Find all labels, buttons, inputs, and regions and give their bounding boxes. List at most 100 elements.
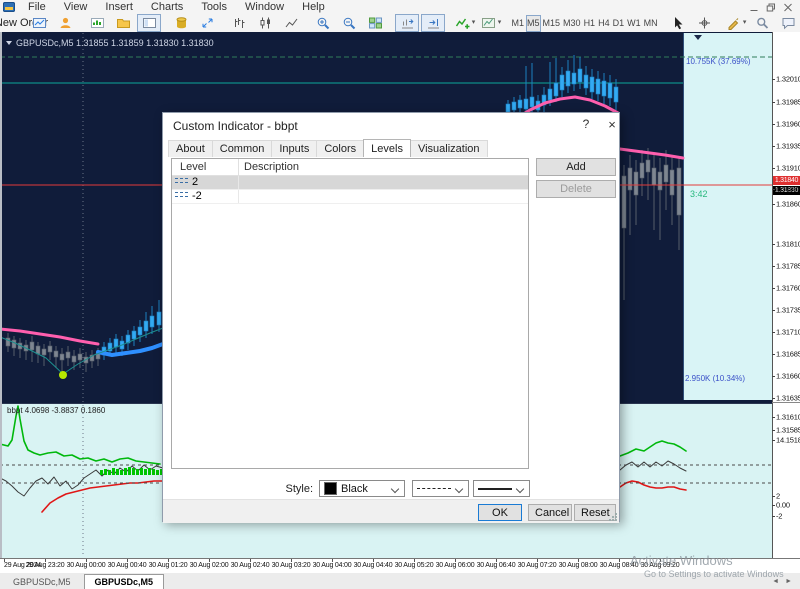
menu-tools[interactable]: Tools (192, 0, 236, 14)
time-axis[interactable]: 29 Aug 2024 29 Aug 23:20 30 Aug 00:00 30 Au… (0, 558, 800, 573)
dialog-footer: OK Cancel Reset (163, 499, 619, 523)
level-row[interactable]: -2 (172, 190, 528, 204)
menu-window[interactable]: Window (236, 0, 293, 14)
tab-common[interactable]: Common (211, 140, 273, 157)
cursor-button[interactable] (666, 14, 690, 32)
zoom-in-button[interactable] (311, 14, 335, 32)
price-axis-label: 1.31785 (776, 261, 800, 271)
metatrader-window: File View Insert Charts Tools Window Help New … (0, 0, 800, 589)
chart-shift-button[interactable] (421, 14, 445, 32)
chevron-down-icon (454, 484, 464, 494)
tab-about[interactable]: About (168, 140, 213, 157)
zoom-out-button[interactable] (337, 14, 361, 32)
chat-icon (781, 16, 796, 30)
toolbar-right-group (749, 14, 800, 32)
new-chart-button[interactable] (85, 14, 109, 32)
time-axis-label: 30 Aug 00:00 (66, 562, 106, 569)
bar-chart-mode-button[interactable] (227, 14, 251, 32)
price-tick (772, 354, 775, 355)
timeframe-h1-button[interactable]: H1 (583, 15, 597, 32)
chart-tab-0[interactable]: GBPUSDc,M5 (2, 574, 82, 589)
price-axis-label: 1.31585 (776, 425, 800, 435)
timeframe-m30-button[interactable]: M30 (562, 15, 582, 32)
dialog-tabs: About Common Inputs Colors Levels Visualizati… (168, 139, 488, 157)
tab-scroll-left-icon[interactable]: ◄ (772, 578, 779, 585)
menu-view[interactable]: View (55, 0, 97, 14)
add-button[interactable]: Add (536, 158, 616, 176)
level-line-style-select[interactable] (412, 480, 469, 497)
tab-colors[interactable]: Colors (316, 140, 365, 157)
crosshair-icon (697, 16, 712, 30)
level-line-width-select[interactable] (473, 480, 530, 497)
level-line-icon (175, 190, 189, 203)
tab-scroll-right-icon[interactable]: ► (785, 578, 792, 585)
cancel-button[interactable]: Cancel (528, 504, 572, 521)
timeframe-h4-button[interactable]: H4 (597, 15, 611, 32)
chart-window-button[interactable] (27, 14, 51, 32)
timeframe-m15-button[interactable]: M15 (542, 15, 562, 32)
draw-tools-button[interactable]: ▾ (724, 14, 748, 32)
templates-button[interactable]: ▾ (479, 14, 503, 32)
tile-windows-button[interactable] (363, 14, 387, 32)
timeframe-m5-button[interactable]: M5 (526, 14, 541, 32)
dialog-close-button[interactable]: × (601, 117, 623, 135)
price-axis-label: 1.31610 (776, 412, 800, 422)
line-icon (284, 16, 299, 30)
price-tick (772, 288, 775, 289)
levels-table[interactable]: Level Description 2 -2 (171, 158, 529, 469)
restore-button[interactable] (762, 1, 779, 13)
chart-tab-1[interactable]: GBPUSDc,M5 (83, 574, 165, 589)
delete-button[interactable]: Delete (536, 180, 616, 198)
accounts-button[interactable] (53, 14, 77, 32)
close-button[interactable] (779, 1, 796, 13)
search-button[interactable] (750, 14, 774, 32)
auto-scroll-button[interactable] (395, 14, 419, 32)
level-color-select[interactable]: Black (319, 480, 405, 497)
time-axis-label: 30 Aug 07:20 (517, 562, 557, 569)
price-tick (772, 244, 775, 245)
price-axis-label: 1.32010 (776, 74, 800, 84)
resize-grip[interactable] (609, 513, 617, 521)
profiles-button[interactable] (111, 14, 135, 32)
timeframe-mn-button[interactable]: MN (643, 15, 659, 32)
tab-visualization[interactable]: Visualization (409, 140, 488, 157)
level-value: 2 (192, 176, 199, 188)
tab-levels[interactable]: Levels (363, 139, 411, 157)
time-axis-label: 30 Aug 02:40 (230, 562, 270, 569)
price-axis[interactable] (772, 32, 800, 558)
chat-button[interactable] (776, 14, 800, 32)
tab-inputs[interactable]: Inputs (271, 140, 318, 157)
dialog-title: Custom Indicator - bbpt (173, 119, 298, 133)
dialog-help-button[interactable]: ? (575, 117, 597, 135)
minimize-button[interactable] (745, 1, 762, 13)
crosshair-button[interactable] (692, 14, 716, 32)
new-order-button[interactable]: New Order (0, 14, 48, 32)
indicators-button[interactable]: ▾ (453, 14, 477, 32)
menu-charts[interactable]: Charts (142, 0, 192, 14)
indicator-axis-label: 14.1518 (776, 435, 800, 445)
data-window-button[interactable] (137, 14, 161, 32)
ok-button[interactable]: OK (478, 504, 522, 521)
fullscreen-button[interactable] (195, 14, 219, 32)
caret-down-icon: ▾ (471, 19, 476, 26)
column-header-description: Description (244, 161, 300, 173)
timeframe-m1-button[interactable]: M1 (511, 15, 526, 32)
dashed-line-sample (417, 488, 451, 489)
timeframe-d1-button[interactable]: D1 (612, 15, 626, 32)
time-axis-label: 30 Aug 06:00 (435, 562, 475, 569)
indicator-value-label: bbpt 4.0698 -3.8837 0.1860 (7, 406, 106, 415)
level-row[interactable]: 2 (172, 176, 528, 190)
line-chart-mode-button[interactable] (279, 14, 303, 32)
history-center-button[interactable] (169, 14, 193, 32)
time-axis-label: 30 Aug 03:20 (271, 562, 311, 569)
dialog-titlebar[interactable]: Custom Indicator - bbpt ? × (163, 113, 619, 139)
menu-file[interactable]: File (19, 0, 55, 14)
solid-line-sample (478, 487, 512, 490)
timeframe-w1-button[interactable]: W1 (626, 15, 642, 32)
candlestick-mode-button[interactable] (253, 14, 277, 32)
volume-lower-label: 2.950K (10.34%) (685, 374, 746, 383)
draw-icon (726, 16, 741, 30)
menu-help[interactable]: Help (293, 0, 334, 14)
menu-insert[interactable]: Insert (96, 0, 142, 14)
data-window-icon (142, 16, 157, 30)
